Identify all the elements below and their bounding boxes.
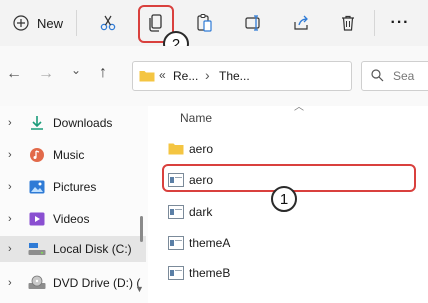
list-item-label: dark <box>189 205 213 219</box>
navigation-pane: › Downloads › Music › Pictures › Videos … <box>0 106 148 303</box>
theme-file-icon <box>168 236 184 250</box>
rename-button[interactable] <box>240 7 268 39</box>
pictures-icon <box>28 178 46 196</box>
back-arrow-icon[interactable]: ← <box>6 65 22 83</box>
scissors-icon <box>99 14 117 32</box>
clipboard-icon <box>195 13 213 33</box>
drive-icon <box>28 240 46 258</box>
sidebar-scrollbar[interactable] <box>140 216 143 242</box>
navigation-bar: ← → ⌄ ↑ « Re... › The... Sea <box>0 46 428 106</box>
sidebar-item-videos[interactable]: › Videos <box>0 206 146 232</box>
sidebar-item-label: Pictures <box>53 180 97 194</box>
expand-chevron-icon[interactable]: › <box>8 213 18 225</box>
search-placeholder: Sea <box>393 69 415 83</box>
sort-ascending-icon: ︿ <box>294 102 304 113</box>
list-item-label: themeB <box>189 266 231 280</box>
expand-chevron-icon[interactable]: › <box>8 149 18 161</box>
share-icon <box>292 14 310 32</box>
rename-icon <box>244 14 264 32</box>
more-options-button[interactable]: ··· <box>384 7 416 39</box>
breadcrumb-segment-2[interactable]: The... <box>219 69 250 83</box>
up-arrow-icon[interactable]: ↑ <box>99 64 107 82</box>
theme-file-icon <box>168 205 184 219</box>
toolbar-divider <box>374 10 375 36</box>
sidebar-item-local-disk-c[interactable]: › Local Disk (C:) <box>0 236 146 262</box>
new-label: New <box>36 15 63 31</box>
trash-icon <box>339 14 357 32</box>
more-icon: ··· <box>390 14 410 31</box>
breadcrumb-separator: › <box>205 67 210 83</box>
list-item-aero-folder[interactable]: aero <box>168 138 213 160</box>
new-button[interactable]: New <box>8 7 68 39</box>
sidebar-item-dvd-drive-d[interactable]: › DVD Drive (D:) ( <box>0 270 146 296</box>
music-icon <box>28 146 46 164</box>
breadcrumb-segment-1[interactable]: Re... <box>173 69 198 83</box>
expand-chevron-icon[interactable]: › <box>8 277 18 289</box>
sidebar-item-label: Local Disk (C:) <box>53 242 132 256</box>
list-item-label: themeA <box>189 236 231 250</box>
sidebar-item-downloads[interactable]: › Downloads <box>0 110 146 136</box>
delete-button[interactable] <box>334 7 362 39</box>
folder-icon <box>168 142 184 156</box>
sidebar-item-music[interactable]: › Music <box>0 142 146 168</box>
expand-chevron-icon[interactable]: › <box>8 117 18 129</box>
sidebar-item-pictures[interactable]: › Pictures <box>0 174 146 200</box>
paste-button[interactable] <box>190 7 218 39</box>
overflow-chevrons[interactable]: « <box>159 68 166 82</box>
expand-chevron-icon[interactable]: › <box>8 243 18 255</box>
search-box[interactable]: Sea <box>361 61 428 91</box>
videos-icon <box>28 210 46 228</box>
list-item-themeB[interactable]: themeB <box>168 262 230 284</box>
list-item-dark[interactable]: dark <box>168 201 212 223</box>
cut-button[interactable] <box>94 7 122 39</box>
command-bar: New ··· <box>0 0 428 47</box>
expand-chevron-icon[interactable]: › <box>8 181 18 193</box>
column-header-name[interactable]: Name <box>180 111 212 125</box>
sidebar-item-label: Downloads <box>53 116 113 130</box>
address-bar[interactable]: « Re... › The... <box>132 61 352 91</box>
annotation-step-1: 1 <box>271 186 297 212</box>
theme-file-icon <box>168 266 184 280</box>
forward-arrow-icon[interactable]: → <box>38 65 54 83</box>
scroll-down-arrow-icon[interactable]: ▼ <box>135 284 144 294</box>
sidebar-item-label: DVD Drive (D:) ( <box>53 276 141 290</box>
list-item-themeA[interactable]: themeA <box>168 232 230 254</box>
download-icon <box>28 114 46 132</box>
sidebar-item-label: Videos <box>53 212 90 226</box>
plus-circle-icon <box>13 15 29 31</box>
toolbar-divider <box>76 10 77 36</box>
list-item-label: aero <box>189 142 214 156</box>
search-icon <box>371 69 384 85</box>
share-button[interactable] <box>287 7 315 39</box>
sidebar-item-label: Music <box>53 148 85 162</box>
recent-dropdown-icon[interactable]: ⌄ <box>71 63 81 77</box>
dvd-icon <box>28 274 46 292</box>
folder-icon <box>139 69 155 85</box>
